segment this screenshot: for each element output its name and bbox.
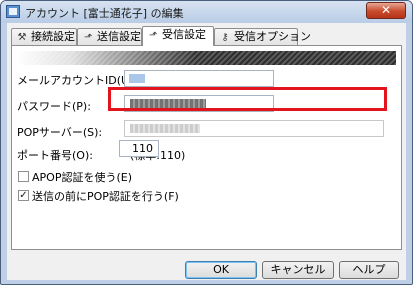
tab-send-settings[interactable]: ⬏ 送信設定 [77,28,142,45]
tab-label: 接続設定 [31,30,75,43]
password-label: パスワード(P): [17,100,91,113]
client-area: ⚒ 接続設定 ⬏ 送信設定 ⬏ 受信設定 ⚷ 受信オプション メールアカウントID(U)… [7,23,406,280]
mail-account-id-label: メールアカウントID(U): [17,74,138,87]
key-icon: ⚷ [221,32,229,43]
dialog-window: アカウント [富士通花子] の編集 ✕ ⚒ 接続設定 ⬏ 送信設定 ⬏ 受信設定 ⚷ 受… [0,0,413,285]
tab-label: 受信オプション [234,30,311,43]
masked-value [130,124,200,133]
window-title: アカウント [富士通花子] の編集 [25,7,184,20]
port-label: ポート番号(O): [17,149,93,162]
wrench-icon: ⚒ [17,32,27,43]
send-icon: ⬏ [83,32,93,43]
apop-checkbox[interactable] [18,171,29,182]
pop-server-highlight-frame [108,87,387,111]
tab-connection-settings[interactable]: ⚒ 接続設定 [11,28,77,45]
tab-receive-options[interactable]: ⚷ 受信オプション [214,28,311,45]
pop-before-send-checkbox[interactable]: ✓ [18,190,29,201]
ok-button[interactable]: OK [185,261,257,279]
section-banner [17,51,396,65]
receive-settings-panel: メールアカウントID(U): パスワード(P): POPサーバー(S): ポート… [11,45,402,250]
mail-account-id-field[interactable] [124,70,274,87]
tab-receive-settings[interactable]: ⬏ 受信設定 [142,26,214,46]
help-button[interactable]: ヘルプ [339,261,399,279]
tab-label: 送信設定 [97,30,141,43]
tab-label: 受信設定 [162,28,206,41]
pop-before-send-label: 送信の前にPOP認証を行う(F) [32,190,179,203]
cancel-button[interactable]: キャンセル [262,261,334,279]
pop-server-field[interactable] [124,120,384,137]
app-icon [6,5,20,18]
masked-value [129,74,145,83]
port-field[interactable]: 110 [119,140,159,157]
pop-server-label: POPサーバー(S): [17,126,103,139]
title-bar[interactable]: アカウント [富士通花子] の編集 ✕ [1,1,412,23]
receive-icon: ⬏ [148,30,158,41]
close-button[interactable]: ✕ [366,2,406,19]
apop-label: APOP認証を使う(E) [32,171,132,184]
